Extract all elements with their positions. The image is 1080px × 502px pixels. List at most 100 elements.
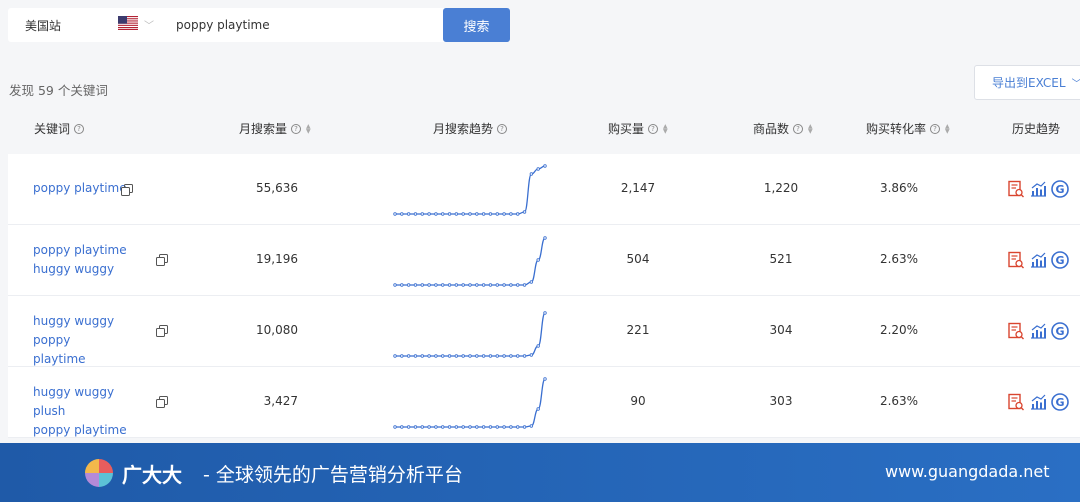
trend-point: [393, 212, 397, 216]
trend-point: [400, 425, 404, 429]
header-conversion[interactable]: 购买转化率 ? ▲ ▼: [866, 120, 950, 137]
history-trend-icons: G: [1007, 322, 1069, 340]
bar-chart-icon[interactable]: [1029, 393, 1047, 411]
header-monthly-search[interactable]: 月搜索量 ? ▲ ▼: [239, 120, 311, 137]
chevron-down-icon[interactable]: ﹀: [144, 17, 154, 32]
trend-point: [447, 212, 452, 216]
monthly-search-value: 55,636: [256, 181, 298, 195]
copy-icon[interactable]: [156, 325, 168, 337]
sort-icon[interactable]: ▲ ▼: [663, 123, 668, 134]
trend-point: [509, 425, 513, 429]
report-icon[interactable]: [1007, 251, 1025, 269]
google-icon[interactable]: G: [1051, 393, 1069, 411]
header-keyword-label: 关键词: [34, 122, 71, 136]
export-label: 导出到EXCEL: [992, 76, 1066, 90]
sort-icon[interactable]: ▲ ▼: [808, 123, 813, 134]
trend-point: [475, 354, 479, 358]
trend-point: [481, 283, 486, 287]
header-products[interactable]: 商品数 ? ▲ ▼: [753, 120, 813, 137]
trend-point: [427, 212, 431, 216]
trend-point: [393, 425, 397, 429]
google-icon[interactable]: G: [1051, 180, 1069, 198]
trend-point: [427, 283, 431, 287]
trend-point: [529, 424, 534, 428]
trend-point: [406, 425, 411, 429]
conversion-value: 3.86%: [879, 181, 919, 195]
bar-chart-icon[interactable]: [1029, 180, 1047, 198]
bar-chart-icon[interactable]: [1029, 322, 1047, 340]
purchases-value: 2,147: [620, 181, 656, 195]
trend-point: [461, 425, 465, 429]
help-icon[interactable]: ?: [291, 123, 302, 134]
trend-point: [536, 407, 540, 411]
copy-icon[interactable]: [121, 184, 133, 196]
sort-icon[interactable]: ▲ ▼: [306, 123, 311, 134]
us-flag-icon[interactable]: [118, 16, 138, 30]
trend-point: [536, 167, 540, 171]
trend-point: [502, 283, 506, 287]
trend-point: [509, 212, 513, 216]
copy-icon[interactable]: [156, 396, 168, 408]
trend-point: [447, 283, 452, 287]
header-purchases[interactable]: 购买量 ? ▲ ▼: [608, 120, 668, 137]
page: 美国站 ﹀ 搜索 发现 59 个关键词 导出到EXCEL ﹀ 关键词 ? 月搜索…: [0, 0, 1080, 502]
trend-point: [529, 172, 534, 176]
report-icon[interactable]: [1007, 180, 1025, 198]
sort-icon[interactable]: ▲ ▼: [945, 123, 950, 134]
trend-point: [434, 425, 438, 429]
help-icon[interactable]: ?: [793, 123, 804, 134]
keyword-link[interactable]: poppy playtime: [33, 179, 127, 198]
products-value: 304: [769, 323, 793, 337]
header-purchases-label: 购买量: [608, 122, 645, 136]
footer-banner: 广大大 - 全球领先的广告营销分析平台 www.guangdada.net: [0, 443, 1080, 502]
trend-point: [434, 212, 438, 216]
trend-point: [502, 212, 506, 216]
trend-point: [461, 354, 465, 358]
trend-point: [461, 283, 465, 287]
trend-point: [400, 283, 404, 287]
bar-chart-icon[interactable]: [1029, 251, 1047, 269]
trend-point: [543, 377, 547, 381]
export-excel-button[interactable]: 导出到EXCEL ﹀: [974, 65, 1080, 100]
keyword-link[interactable]: poppy playtime huggy wuggy: [33, 241, 148, 279]
trend-point: [475, 283, 479, 287]
copy-icon[interactable]: [156, 254, 168, 266]
report-icon[interactable]: [1007, 393, 1025, 411]
google-icon[interactable]: G: [1051, 251, 1069, 269]
keyword-link[interactable]: huggy wuggy plush poppy playtime: [33, 383, 148, 440]
conversion-value: 2.63%: [879, 394, 919, 408]
trend-point: [447, 425, 452, 429]
trend-line: [394, 165, 546, 215]
trend-point: [495, 212, 499, 216]
help-icon[interactable]: ?: [74, 123, 85, 134]
trend-point: [495, 425, 499, 429]
google-icon[interactable]: G: [1051, 322, 1069, 340]
trend-point: [522, 425, 527, 429]
trend-point: [420, 283, 424, 287]
header-history-label: 历史趋势: [1012, 122, 1061, 136]
trend-point: [413, 212, 418, 216]
monthly-search-value: 10,080: [256, 323, 298, 337]
trend-point: [413, 354, 418, 358]
help-icon[interactable]: ?: [648, 123, 659, 134]
keyword-link[interactable]: huggy wuggy poppy playtime: [33, 312, 148, 369]
keyword-line-2: huggy wuggy: [33, 262, 115, 276]
trend-point: [509, 283, 513, 287]
search-input[interactable]: [176, 17, 416, 33]
trend-point: [522, 283, 527, 287]
trend-point: [488, 283, 493, 287]
help-icon[interactable]: ?: [930, 123, 941, 134]
search-trend-sparkline: [393, 377, 547, 429]
keyword-line-1: poppy playtime: [33, 243, 127, 257]
search-trend-sparkline: [393, 311, 547, 358]
search-trend-sparkline: [393, 236, 547, 287]
trend-point: [420, 212, 424, 216]
trend-point: [516, 212, 520, 216]
site-selector[interactable]: 美国站: [8, 17, 108, 34]
search-button[interactable]: 搜索: [443, 8, 510, 42]
result-count: 发现 59 个关键词: [9, 83, 108, 98]
report-icon[interactable]: [1007, 322, 1025, 340]
help-icon[interactable]: ?: [497, 123, 508, 134]
trend-point: [509, 354, 513, 358]
brand-url[interactable]: www.guangdada.net: [885, 462, 1050, 481]
